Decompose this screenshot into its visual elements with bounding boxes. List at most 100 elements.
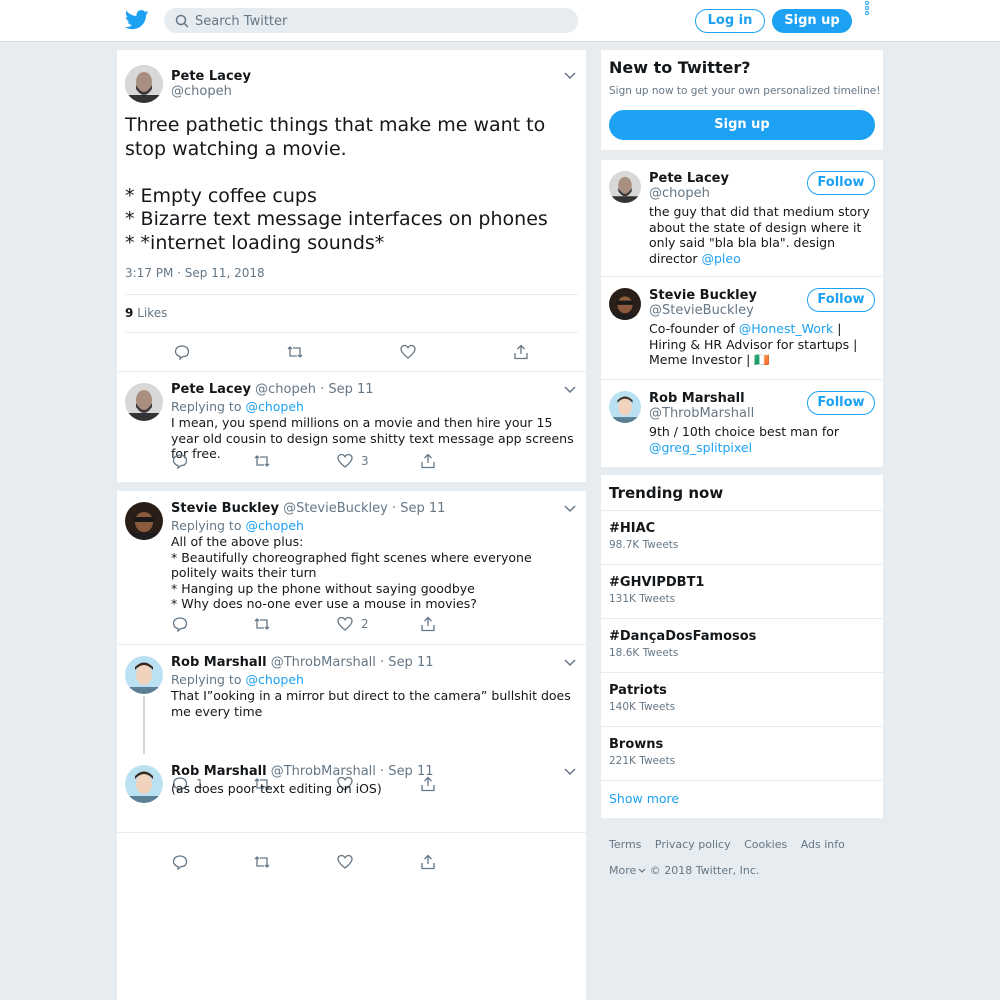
- reply-button[interactable]: [172, 854, 188, 870]
- reply-icon: [174, 345, 190, 360]
- search-box[interactable]: [164, 8, 578, 33]
- tweet-date[interactable]: · Sep 11: [380, 655, 433, 670]
- login-button[interactable]: Log in: [695, 9, 765, 33]
- reply-tweet[interactable]: Rob Marshall @ThrobMarshall · Sep 11 (as…: [117, 754, 586, 870]
- suggestion-handle[interactable]: @ThrobMarshall: [649, 406, 754, 421]
- signup-button[interactable]: Sign up: [772, 9, 852, 33]
- tweet-date[interactable]: · Sep 11: [380, 764, 433, 779]
- trend-item[interactable]: #GHVIPDBT1 131K Tweets: [601, 564, 883, 618]
- tweet-date[interactable]: · Sep 11: [320, 382, 373, 397]
- like-button[interactable]: 2: [337, 616, 369, 632]
- reply-tweet[interactable]: Rob Marshall @ThrobMarshall · Sep 11 Rep…: [117, 645, 586, 792]
- trend-name[interactable]: #DançaDosFamosos: [609, 629, 756, 644]
- chevron-down-icon[interactable]: [564, 659, 576, 667]
- retweet-button[interactable]: [254, 854, 270, 870]
- replying-prefix: Replying to: [171, 672, 242, 687]
- trend-item[interactable]: #HIAC 98.7K Tweets: [601, 510, 883, 564]
- trend-item[interactable]: Patriots 140K Tweets: [601, 672, 883, 726]
- trending-title: Trending now: [609, 484, 724, 502]
- replying-to-link[interactable]: @chopeh: [245, 518, 304, 533]
- suggestion-handle[interactable]: @StevieBuckley: [649, 303, 754, 318]
- reply-button[interactable]: [172, 616, 188, 632]
- more-options-icon[interactable]: [863, 1, 871, 17]
- share-button[interactable]: [420, 616, 436, 632]
- reply-button[interactable]: [172, 453, 188, 469]
- suggestion-name[interactable]: Stevie Buckley: [649, 288, 757, 303]
- reply-tweet[interactable]: Stevie Buckley @StevieBuckley · Sep 11 R…: [117, 491, 586, 644]
- replying-to-link[interactable]: @chopeh: [245, 672, 304, 687]
- follow-suggestion[interactable]: Pete Lacey @chopeh Follow the guy that d…: [601, 160, 883, 277]
- retweet-button[interactable]: [254, 616, 270, 632]
- chevron-down-icon[interactable]: [564, 505, 576, 513]
- show-more-link[interactable]: Show more: [601, 780, 883, 818]
- follow-button[interactable]: Follow: [807, 288, 875, 312]
- like-button[interactable]: [337, 854, 353, 870]
- footer-link-terms[interactable]: Terms: [609, 838, 641, 851]
- show-more-label[interactable]: Show more: [609, 791, 679, 806]
- share-button[interactable]: [513, 344, 529, 360]
- trend-item[interactable]: #DançaDosFamosos 18.6K Tweets: [601, 618, 883, 672]
- footer-link-ads[interactable]: Ads info: [801, 838, 845, 851]
- avatar[interactable]: [609, 391, 641, 423]
- suggestion-name[interactable]: Pete Lacey: [649, 171, 729, 186]
- chevron-down-icon[interactable]: [564, 768, 576, 776]
- follow-button[interactable]: Follow: [807, 391, 875, 415]
- thread-separator: [117, 482, 586, 491]
- author-handle[interactable]: @chopeh: [255, 382, 316, 397]
- suggestion-name[interactable]: Rob Marshall: [649, 391, 745, 406]
- reply-tweet[interactable]: Pete Lacey @chopeh · Sep 11 Replying to …: [117, 372, 586, 482]
- bio-link[interactable]: @pleo: [702, 251, 741, 266]
- avatar[interactable]: [125, 765, 163, 803]
- share-button[interactable]: [420, 854, 436, 870]
- like-button[interactable]: [400, 344, 416, 360]
- author-handle[interactable]: @ThrobMarshall: [271, 655, 376, 670]
- retweet-button[interactable]: [254, 453, 270, 469]
- footer-more-label[interactable]: More: [609, 864, 636, 877]
- author-handle[interactable]: @ThrobMarshall: [271, 764, 376, 779]
- author-name[interactable]: Rob Marshall: [171, 655, 267, 670]
- author-name[interactable]: Pete Lacey: [171, 382, 251, 397]
- search-input[interactable]: [195, 10, 565, 32]
- author-name[interactable]: Stevie Buckley: [171, 501, 279, 516]
- avatar[interactable]: [125, 383, 163, 421]
- tweet-date[interactable]: · Sep 11: [392, 501, 445, 516]
- avatar[interactable]: [125, 502, 163, 540]
- reply-button[interactable]: [174, 344, 190, 360]
- footer-link-privacy[interactable]: Privacy policy: [655, 838, 731, 851]
- share-button[interactable]: [420, 453, 436, 469]
- trend-name[interactable]: #HIAC: [609, 521, 655, 536]
- author-handle[interactable]: @StevieBuckley: [283, 501, 388, 516]
- trend-item[interactable]: Browns 221K Tweets: [601, 726, 883, 780]
- footer-link-cookies[interactable]: Cookies: [744, 838, 787, 851]
- chevron-down-icon[interactable]: [564, 386, 576, 394]
- trend-name[interactable]: Patriots: [609, 683, 667, 698]
- likes-stat[interactable]: 9 Likes: [125, 306, 167, 320]
- author-name[interactable]: Rob Marshall: [171, 764, 267, 779]
- follow-suggestion[interactable]: Rob Marshall @ThrobMarshall Follow 9th /…: [601, 380, 883, 467]
- twitter-bird-icon[interactable]: [125, 10, 149, 30]
- reply-header: Rob Marshall @ThrobMarshall · Sep 11: [171, 655, 434, 670]
- avatar[interactable]: [125, 65, 163, 103]
- replying-to-link[interactable]: @chopeh: [245, 399, 304, 414]
- avatar[interactable]: [125, 656, 163, 694]
- reply-header: Rob Marshall @ThrobMarshall · Sep 11: [171, 764, 434, 779]
- retweet-button[interactable]: [287, 344, 303, 360]
- avatar-pete-icon: [609, 171, 641, 203]
- bio-link[interactable]: @greg_splitpixel: [649, 440, 752, 455]
- trend-name[interactable]: Browns: [609, 737, 663, 752]
- tweet-timestamp[interactable]: 3:17 PM · Sep 11, 2018: [125, 266, 265, 280]
- chevron-down-icon[interactable]: [564, 72, 576, 80]
- author-name[interactable]: Pete Lacey: [171, 69, 251, 84]
- avatar[interactable]: [609, 171, 641, 203]
- footer-more[interactable]: More: [609, 864, 646, 877]
- bio-link[interactable]: @Honest_Work: [739, 321, 833, 336]
- signup-panel-button[interactable]: Sign up: [609, 110, 875, 140]
- like-button[interactable]: 3: [337, 453, 369, 469]
- suggestion-handle[interactable]: @chopeh: [649, 186, 710, 201]
- heart-icon: [337, 453, 353, 468]
- avatar[interactable]: [609, 288, 641, 320]
- follow-button[interactable]: Follow: [807, 171, 875, 195]
- follow-suggestion[interactable]: Stevie Buckley @StevieBuckley Follow Co-…: [601, 277, 883, 380]
- author-handle[interactable]: @chopeh: [171, 84, 232, 99]
- trend-name[interactable]: #GHVIPDBT1: [609, 575, 704, 590]
